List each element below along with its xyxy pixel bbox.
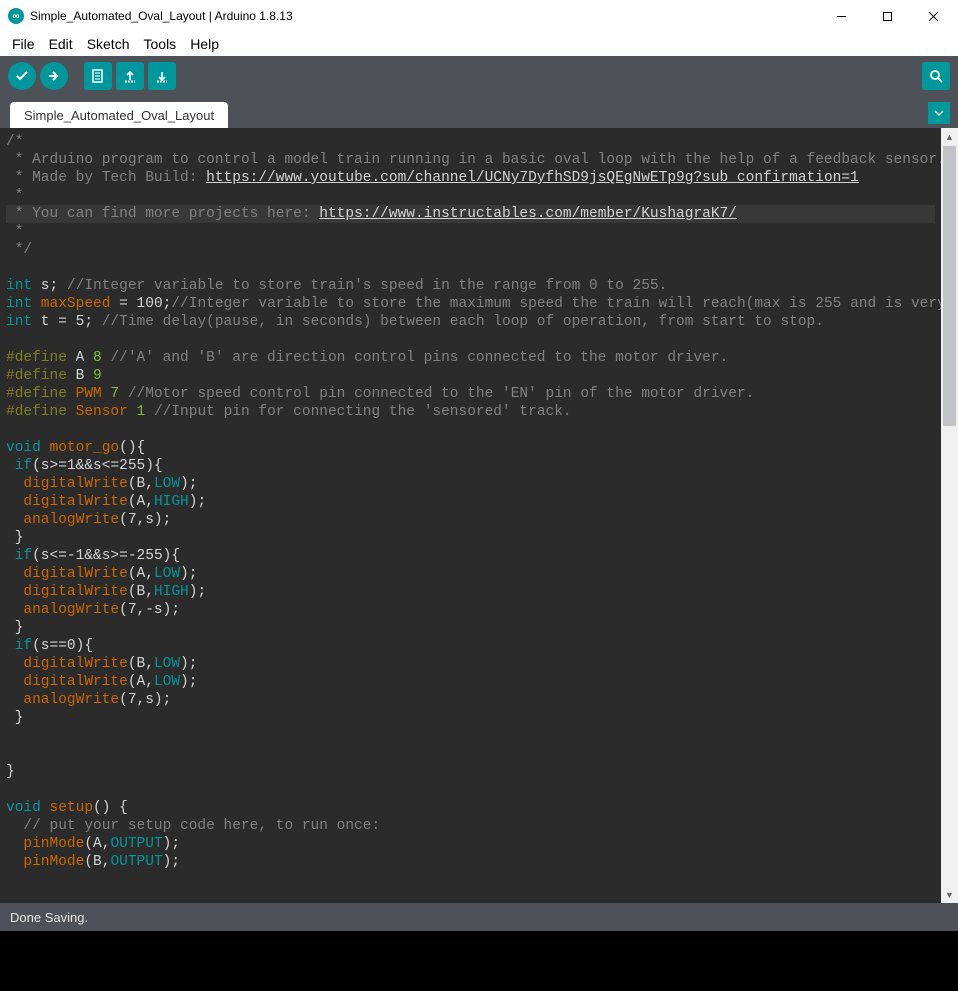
upload-button[interactable] <box>40 62 68 90</box>
status-text: Done Saving. <box>10 910 88 925</box>
open-sketch-button[interactable] <box>116 62 144 90</box>
editor-scrollbar[interactable]: ▲ ▼ <box>941 128 958 903</box>
menu-sketch[interactable]: Sketch <box>81 35 136 53</box>
console-panel[interactable] <box>0 931 958 991</box>
menu-file[interactable]: File <box>6 35 41 53</box>
scroll-thumb[interactable] <box>943 146 956 426</box>
minimize-button[interactable] <box>818 0 864 32</box>
close-button[interactable] <box>910 0 956 32</box>
menu-help[interactable]: Help <box>184 35 225 53</box>
window-controls <box>818 0 956 32</box>
code-editor[interactable]: /* * Arduino program to control a model … <box>0 128 941 903</box>
window-title: Simple_Automated_Oval_Layout | Arduino 1… <box>30 9 293 23</box>
tab-dropdown-button[interactable] <box>928 102 950 124</box>
menubar: File Edit Sketch Tools Help <box>0 32 958 56</box>
sketch-tab[interactable]: Simple_Automated_Oval_Layout <box>10 102 228 128</box>
arduino-app-icon: ∞ <box>8 8 24 24</box>
titlebar-left: ∞ Simple_Automated_Oval_Layout | Arduino… <box>8 8 293 24</box>
maximize-button[interactable] <box>864 0 910 32</box>
save-sketch-button[interactable] <box>148 62 176 90</box>
status-bar: Done Saving. <box>0 903 958 931</box>
window-titlebar: ∞ Simple_Automated_Oval_Layout | Arduino… <box>0 0 958 32</box>
tabbar: Simple_Automated_Oval_Layout <box>0 96 958 128</box>
verify-button[interactable] <box>8 62 36 90</box>
toolbar <box>0 56 958 96</box>
editor-area: /* * Arduino program to control a model … <box>0 128 958 903</box>
menu-edit[interactable]: Edit <box>43 35 79 53</box>
new-sketch-button[interactable] <box>84 62 112 90</box>
youtube-link[interactable]: https://www.youtube.com/channel/UCNy7Dyf… <box>206 170 859 186</box>
menu-tools[interactable]: Tools <box>138 35 183 53</box>
instructables-link[interactable]: https://www.instructables.com/member/Kus… <box>319 206 737 222</box>
scroll-up-icon[interactable]: ▲ <box>941 128 958 145</box>
serial-monitor-button[interactable] <box>922 62 950 90</box>
scroll-down-icon[interactable]: ▼ <box>941 886 958 903</box>
